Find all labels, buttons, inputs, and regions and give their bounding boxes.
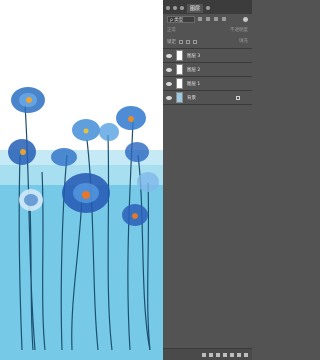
- tab-layers[interactable]: 图层: [187, 3, 204, 13]
- layer-row[interactable]: 背景: [163, 91, 252, 105]
- filter-icons: [198, 17, 226, 21]
- layer-row[interactable]: 图层 1: [163, 77, 252, 91]
- flower-artwork: [0, 87, 163, 360]
- layer-row[interactable]: 图层 3: [163, 49, 252, 63]
- adjustment-layer-icon[interactable]: [223, 352, 227, 357]
- layer-thumbnail: [176, 78, 183, 89]
- fill-field[interactable]: 填充: [208, 38, 248, 45]
- delete-layer-icon[interactable]: [244, 352, 248, 357]
- visibility-eye-icon[interactable]: [166, 53, 172, 58]
- layer-row[interactable]: 图层 2: [163, 63, 252, 77]
- lock-position-icon[interactable]: [186, 39, 190, 44]
- layer-thumbnail: [176, 92, 183, 103]
- layer-name: 背景: [187, 95, 196, 101]
- panel-icon[interactable]: [166, 6, 170, 10]
- filter-toggle[interactable]: [243, 17, 248, 22]
- panel-menu-icon[interactable]: [206, 6, 211, 10]
- layers-footer: [163, 348, 252, 360]
- lock-pixels-icon[interactable]: [179, 39, 183, 44]
- adjustment-filter-icon[interactable]: [206, 17, 210, 21]
- opacity-field[interactable]: 不透明度: [208, 27, 248, 34]
- shape-filter-icon[interactable]: [222, 17, 226, 21]
- link-layers-icon[interactable]: [202, 352, 206, 357]
- layer-name: 图层 2: [187, 67, 201, 73]
- layer-thumbnail: [176, 50, 183, 61]
- lock-label: 锁定: [167, 39, 176, 45]
- type-filter-icon[interactable]: [214, 17, 218, 21]
- blend-mode-select[interactable]: 正常: [167, 27, 201, 34]
- visibility-eye-icon[interactable]: [166, 81, 172, 86]
- panel-icon[interactable]: [173, 6, 177, 10]
- layer-thumbnail: [176, 64, 183, 75]
- visibility-eye-icon[interactable]: [166, 67, 172, 72]
- visibility-eye-icon[interactable]: [166, 95, 172, 100]
- layer-filter-select[interactable]: ρ 类型: [167, 16, 195, 23]
- layer-style-icon[interactable]: [209, 352, 213, 357]
- panel-tabs: 图层: [163, 3, 252, 13]
- lock-all-icon[interactable]: [193, 39, 197, 44]
- layer-name: 图层 3: [187, 53, 201, 59]
- layer-name: 图层 1: [187, 81, 201, 87]
- add-mask-icon[interactable]: [216, 352, 220, 357]
- layer-list: 图层 3 图层 2 图层 1 背景: [163, 48, 252, 105]
- new-layer-icon[interactable]: [237, 352, 241, 357]
- pixel-filter-icon[interactable]: [198, 17, 202, 21]
- document-canvas[interactable]: [0, 0, 163, 360]
- panel-icon[interactable]: [180, 6, 184, 10]
- new-group-icon[interactable]: [230, 352, 234, 357]
- lock-icon: [236, 96, 240, 100]
- layers-panel: 图层 ρ 类型 正常 不透明度 锁定 填充 图层 3 图层 2 图层 1 背景: [163, 0, 252, 360]
